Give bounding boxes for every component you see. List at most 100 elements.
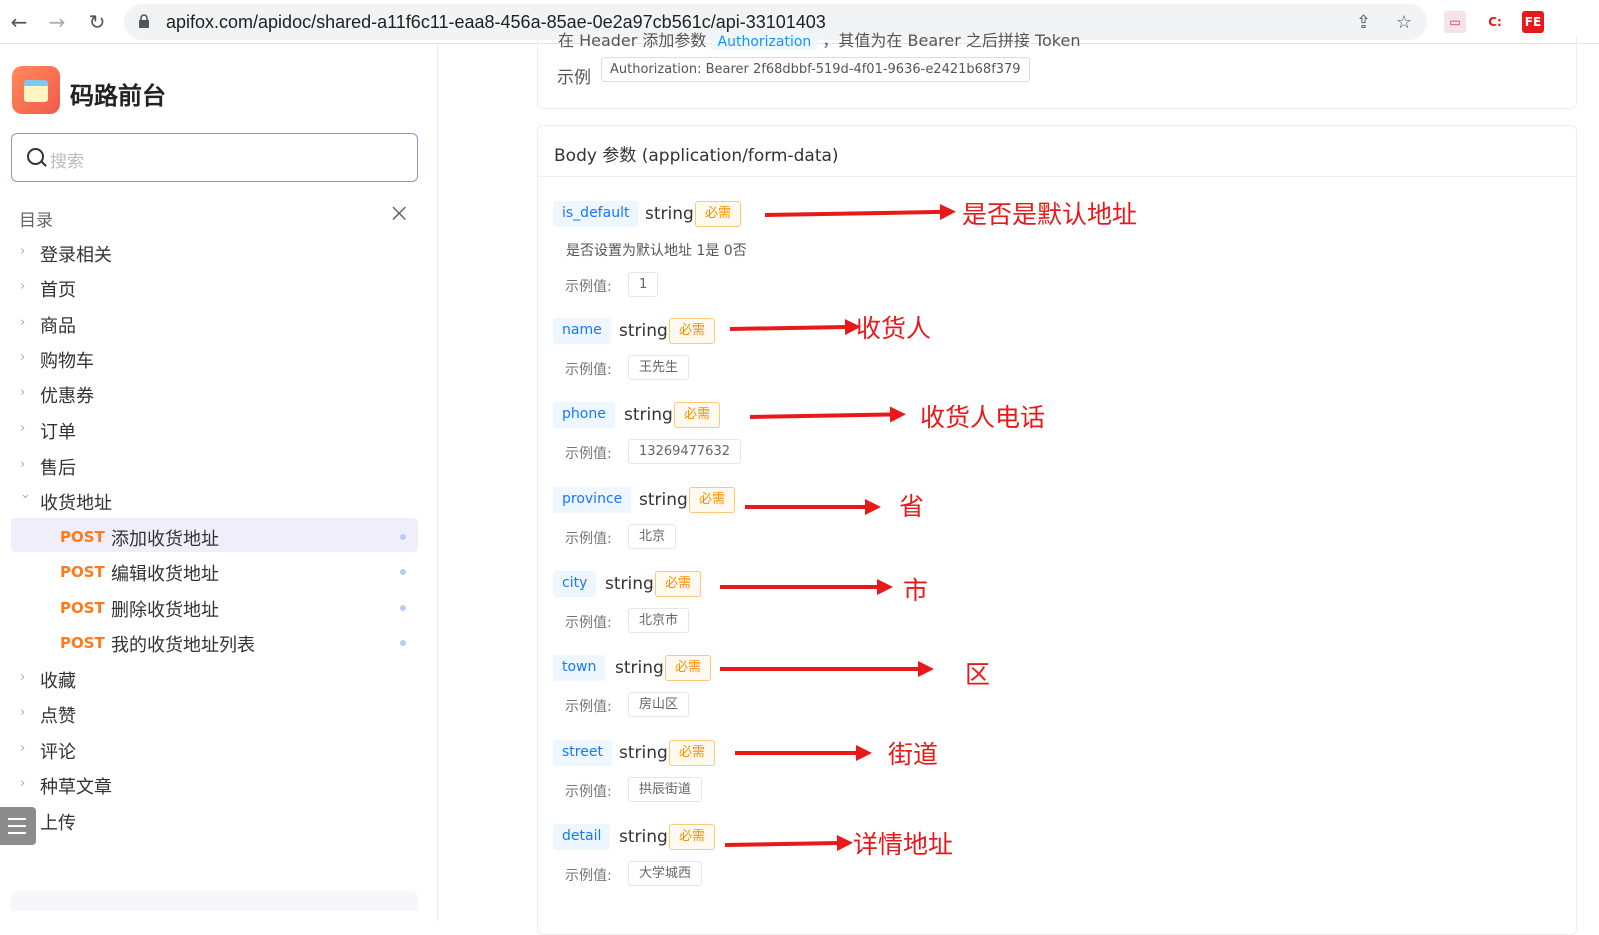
param-type: string [605,574,654,594]
toc-title: 目录 [19,211,53,231]
app-title: 码路前台 [70,82,166,110]
annotation-label: 街道 [888,740,939,769]
chevron-right-icon: › [20,279,26,294]
share-icon[interactable]: ⇪ [1356,12,1371,33]
sidebar-folder[interactable]: 收藏 [40,667,76,693]
chevron-right-icon: › [20,457,26,472]
sidebar-folder[interactable]: 购物车 [40,347,94,373]
param-name: town [553,655,606,681]
sidebar-folder[interactable]: 首页 [40,276,76,302]
example-label: 示例值: [565,279,612,295]
auth-example-value: Authorization: Bearer 2f68dbbf-519d-4f01… [601,57,1030,82]
auth-note-suffix: ，其值为在 Bearer 之后拼接 Token [822,31,1081,50]
sidebar-footer [11,891,418,911]
annotation-label: 省 [899,492,925,521]
annotation-label: 收货人 [856,314,932,343]
annotation-label: 是否是默认地址 [962,200,1138,229]
required-badge: 必需 [669,318,716,344]
sidebar-folder[interactable]: 上传 [40,809,76,835]
required-badge: 必需 [669,740,716,766]
param-type: string [624,405,673,425]
lock-icon [139,14,149,28]
reload-icon[interactable]: ↻ [84,9,110,35]
chevron-right-icon: › [20,244,26,259]
method-badge: POST [60,563,105,581]
example-value: 13269477632 [628,439,741,464]
chevron-right-icon: › [20,315,26,330]
chevron-right-icon: › [20,741,26,756]
sidebar-folder[interactable]: 售后 [40,454,76,480]
required-badge: 必需 [695,201,742,227]
param-type: string [639,490,688,510]
example-label: 示例值: [565,446,612,462]
auth-header-tag: Authorization [711,34,818,50]
status-dot [400,569,406,575]
annotation-label: 详情地址 [853,830,954,859]
sidebar-folder[interactable]: 收货地址 [40,489,112,515]
extension-reader-icon[interactable]: ▭ [1444,11,1466,33]
example-value: 大学城西 [628,861,703,886]
example-value: 拱辰街道 [628,777,703,802]
annotation-arrow [720,579,893,595]
sidebar-endpoint[interactable]: 编辑收货地址 [111,560,219,586]
required-badge: 必需 [674,402,721,428]
annotation-label: 收货人电话 [920,403,1046,432]
forward-icon[interactable]: → [44,9,70,35]
param-name: detail [553,824,611,850]
collapse-toc-icon[interactable]: ⨉ [392,204,406,225]
sidebar-folder[interactable]: 优惠券 [40,382,94,408]
example-label: 示例值: [565,784,612,800]
chevron-right-icon: › [20,776,26,791]
extension-fe-icon[interactable]: FE [1522,11,1544,33]
toc-toggle-button[interactable] [0,807,36,845]
sidebar: 码路前台 搜索 目录 ⨉ › 登录相关 › 首页 › 商品 › 购物车 › 优惠券 › 订单 › 售后 ⌄ 收… [0,45,438,921]
annotation-arrow [745,499,881,515]
example-label: 示例值: [565,615,612,631]
back-icon[interactable]: ← [6,9,32,35]
annotation-label: 区 [965,660,991,689]
annotation-arrow [735,745,872,761]
annotation-arrow [720,661,934,677]
status-dot [400,534,406,540]
auth-card: 在 Header 添加参数 Authorization ，其值为在 Bearer… [537,31,1577,109]
example-value: 王先生 [628,355,690,380]
auth-example-label: 示例 [557,68,591,88]
method-badge: POST [60,634,105,652]
sidebar-folder[interactable]: 订单 [40,418,76,444]
bookmark-star-icon[interactable]: ☆ [1396,12,1412,33]
extension-c-icon[interactable]: C: [1484,11,1506,33]
auth-note: 在 Header 添加参数 Authorization ，其值为在 Bearer… [558,27,1080,51]
sidebar-endpoint[interactable]: 删除收货地址 [111,596,219,622]
method-badge: POST [60,528,105,546]
method-badge: POST [60,599,105,617]
sidebar-endpoint[interactable]: 添加收货地址 [111,525,219,551]
param-type: string [619,827,668,847]
sidebar-folder[interactable]: 登录相关 [40,241,112,267]
example-label: 示例值: [565,362,612,378]
status-dot [400,605,406,611]
param-name: name [553,318,611,344]
auth-note-prefix: 在 Header 添加参数 [558,31,707,50]
required-badge: 必需 [669,824,716,850]
sidebar-folder[interactable]: 种草文章 [40,773,112,799]
example-value: 1 [628,272,659,297]
param-name: is_default [553,201,639,227]
required-badge: 必需 [655,571,702,597]
chevron-right-icon: › [20,385,26,400]
chevron-down-icon: ⌄ [20,487,31,502]
chevron-right-icon: › [20,350,26,365]
body-params-card: Body 参数 (application/form-data) is_defau… [537,125,1577,935]
param-description: 是否设置为默认地址 1是 0否 [566,243,747,259]
sidebar-folder[interactable]: 点赞 [40,702,76,728]
search-icon [27,148,44,165]
example-label: 示例值: [565,868,612,884]
required-badge: 必需 [665,655,712,681]
sidebar-folder[interactable]: 商品 [40,312,76,338]
search-input[interactable]: 搜索 [11,133,418,182]
sidebar-folder[interactable]: 评论 [40,738,76,764]
example-label: 示例值: [565,699,612,715]
example-value: 北京 [628,524,677,549]
sidebar-endpoint[interactable]: 我的收货地址列表 [111,631,255,657]
chevron-right-icon: › [20,670,26,685]
param-type: string [645,204,694,224]
